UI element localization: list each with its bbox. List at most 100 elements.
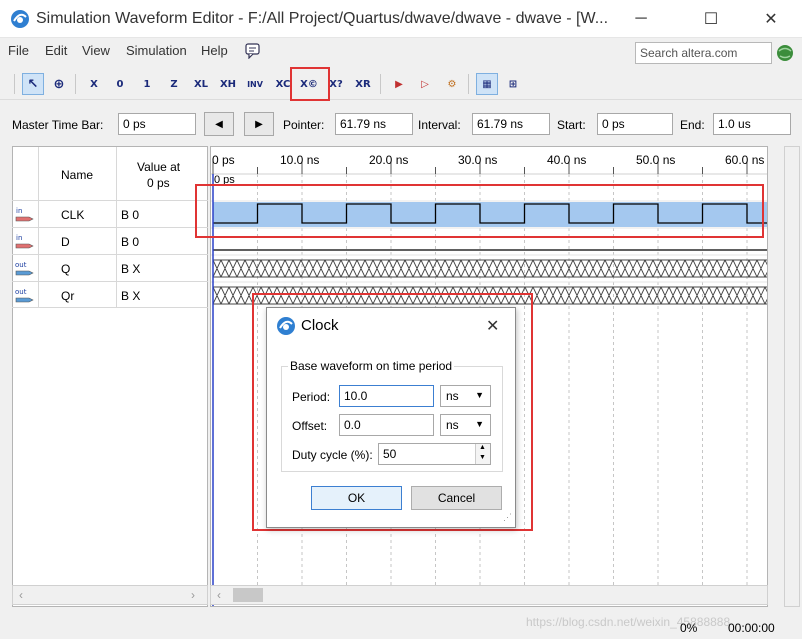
period-input[interactable]: 10.0 <box>339 385 434 407</box>
spin-down-icon[interactable]: ▼ <box>479 454 486 461</box>
pointer-label: Pointer: <box>283 118 325 132</box>
generate-netlist-icon[interactable]: ⚙ <box>441 73 463 95</box>
close-window-button[interactable]: ✕ <box>748 0 794 38</box>
globe-icon[interactable] <box>776 44 794 62</box>
output-pin-icon: out <box>15 261 34 276</box>
duty-cycle-label: Duty cycle (%): <box>292 448 373 462</box>
offset-unit-select[interactable]: ns ▼ <box>440 414 491 436</box>
next-transition-button[interactable]: ▶ <box>244 112 274 136</box>
period-unit-value: ns <box>446 389 459 403</box>
offset-label: Offset: <box>292 419 328 433</box>
signal-value-d: B 0 <box>121 235 140 249</box>
arrow-left-icon: ◀ <box>215 118 223 130</box>
q-waveform <box>212 259 767 278</box>
feedback-icon[interactable] <box>244 43 262 59</box>
force-unknown-icon[interactable]: X <box>83 73 105 95</box>
force-weak-low-icon[interactable]: XL <box>190 73 212 95</box>
signal-value-q: B X <box>121 262 141 276</box>
overwrite-clock-icon[interactable]: X© <box>298 73 320 95</box>
previous-transition-button[interactable]: ◀ <box>204 112 234 136</box>
force-low-icon[interactable]: 0 <box>109 73 131 95</box>
signal-name-d[interactable]: D <box>61 235 70 249</box>
time-tick-label: 40.0 ns <box>547 153 587 167</box>
time-tick-label: 20.0 ns <box>369 153 409 167</box>
time-tick-label: 0 ps <box>212 153 235 167</box>
signal-value-clk: B 0 <box>121 208 140 222</box>
force-weak-high-icon[interactable]: XH <box>217 73 239 95</box>
arbitrary-value-icon[interactable]: X? <box>325 73 347 95</box>
selection-tool-icon[interactable]: ↖ <box>22 73 44 95</box>
watermark-text: https://blog.csdn.net/weixin_45888888 <box>526 615 731 629</box>
chevron-down-icon: ▼ <box>475 419 484 429</box>
quartus-app-icon <box>11 10 29 28</box>
start-field[interactable]: 0 ps <box>597 113 673 135</box>
scroll-right-icon[interactable]: › <box>191 588 195 602</box>
svg-text:in: in <box>16 207 22 215</box>
sort-signals-icon[interactable]: ⊞ <box>502 73 524 95</box>
count-value-icon[interactable]: XC <box>272 73 294 95</box>
maximize-button[interactable]: ☐ <box>688 0 734 38</box>
minimize-button[interactable]: ─ <box>618 0 664 38</box>
period-unit-select[interactable]: ns ▼ <box>440 385 491 407</box>
menu-file[interactable]: File <box>8 43 29 58</box>
input-pin-icon: in <box>15 207 34 222</box>
duty-cycle-spinner[interactable]: ▲ ▼ <box>475 444 490 464</box>
scroll-thumb[interactable] <box>233 588 263 602</box>
menu-simulation[interactable]: Simulation <box>126 43 187 58</box>
row-divider <box>12 307 208 308</box>
resize-grip-icon[interactable]: ⋰ <box>503 512 512 523</box>
minimize-icon: ─ <box>635 10 647 27</box>
end-field[interactable]: 1.0 us <box>713 113 791 135</box>
ok-button[interactable]: OK <box>311 486 402 510</box>
spin-up-icon[interactable]: ▲ <box>479 444 486 451</box>
signal-name-q[interactable]: Q <box>61 262 70 276</box>
svg-text:in: in <box>16 234 22 242</box>
signal-name-clk[interactable]: CLK <box>61 208 84 222</box>
zoom-tool-icon[interactable]: ⊕ <box>48 73 70 95</box>
master-time-bar-field[interactable]: 0 ps <box>118 113 196 135</box>
random-values-icon[interactable]: XR <box>352 73 374 95</box>
interval-label: Interval: <box>418 118 461 132</box>
menu-help[interactable]: Help <box>201 43 228 58</box>
value-column-header-line1: Value at <box>137 160 181 174</box>
time-tick-label: 30.0 ns <box>458 153 498 167</box>
signal-name-qr[interactable]: Qr <box>61 289 74 303</box>
snap-to-grid-icon[interactable]: ▦ <box>476 73 498 95</box>
signal-panel-scrollbar[interactable]: ‹ › <box>12 585 208 605</box>
offset-unit-value: ns <box>446 418 459 432</box>
invert-icon[interactable]: INV <box>244 73 266 95</box>
run-functional-simulation-icon[interactable]: ▶ <box>388 73 410 95</box>
run-timing-simulation-icon[interactable]: ▷ <box>414 73 436 95</box>
quartus-app-icon <box>277 317 295 335</box>
dialog-title: Clock <box>301 317 339 334</box>
maximize-icon: ☐ <box>703 11 719 28</box>
row-divider <box>12 281 208 282</box>
search-input[interactable]: Search altera.com <box>635 42 772 64</box>
row-divider <box>12 200 208 201</box>
cursor-time-label: 0 ps <box>214 174 235 186</box>
force-high-impedance-icon[interactable]: Z <box>163 73 185 95</box>
qr-waveform <box>212 286 767 305</box>
dialog-close-icon[interactable]: ✕ <box>486 316 499 336</box>
time-tick-label: 60.0 ns <box>725 153 765 167</box>
output-pin-icon: out <box>15 288 34 303</box>
toolbar-separator <box>75 74 76 94</box>
toolbar-separator <box>468 74 469 94</box>
scroll-left-icon[interactable]: ‹ <box>19 588 23 602</box>
offset-input[interactable]: 0.0 <box>339 414 434 436</box>
interval-field: 61.79 ns <box>472 113 550 135</box>
signal-list-panel <box>12 146 208 607</box>
window-title: Simulation Waveform Editor - F:/All Proj… <box>36 10 609 27</box>
row-divider <box>12 227 208 228</box>
pointer-field: 61.79 ns <box>335 113 413 135</box>
cancel-button[interactable]: Cancel <box>411 486 502 510</box>
force-high-icon[interactable]: 1 <box>136 73 158 95</box>
master-time-bar-label: Master Time Bar: <box>12 118 104 132</box>
waveform-scrollbar[interactable]: ‹ <box>210 585 768 605</box>
end-label: End: <box>680 118 705 132</box>
scroll-left-icon[interactable]: ‹ <box>217 588 221 602</box>
svg-text:out: out <box>15 261 27 269</box>
menu-edit[interactable]: Edit <box>45 43 67 58</box>
vertical-scrollbar[interactable] <box>784 146 800 607</box>
menu-view[interactable]: View <box>82 43 110 58</box>
